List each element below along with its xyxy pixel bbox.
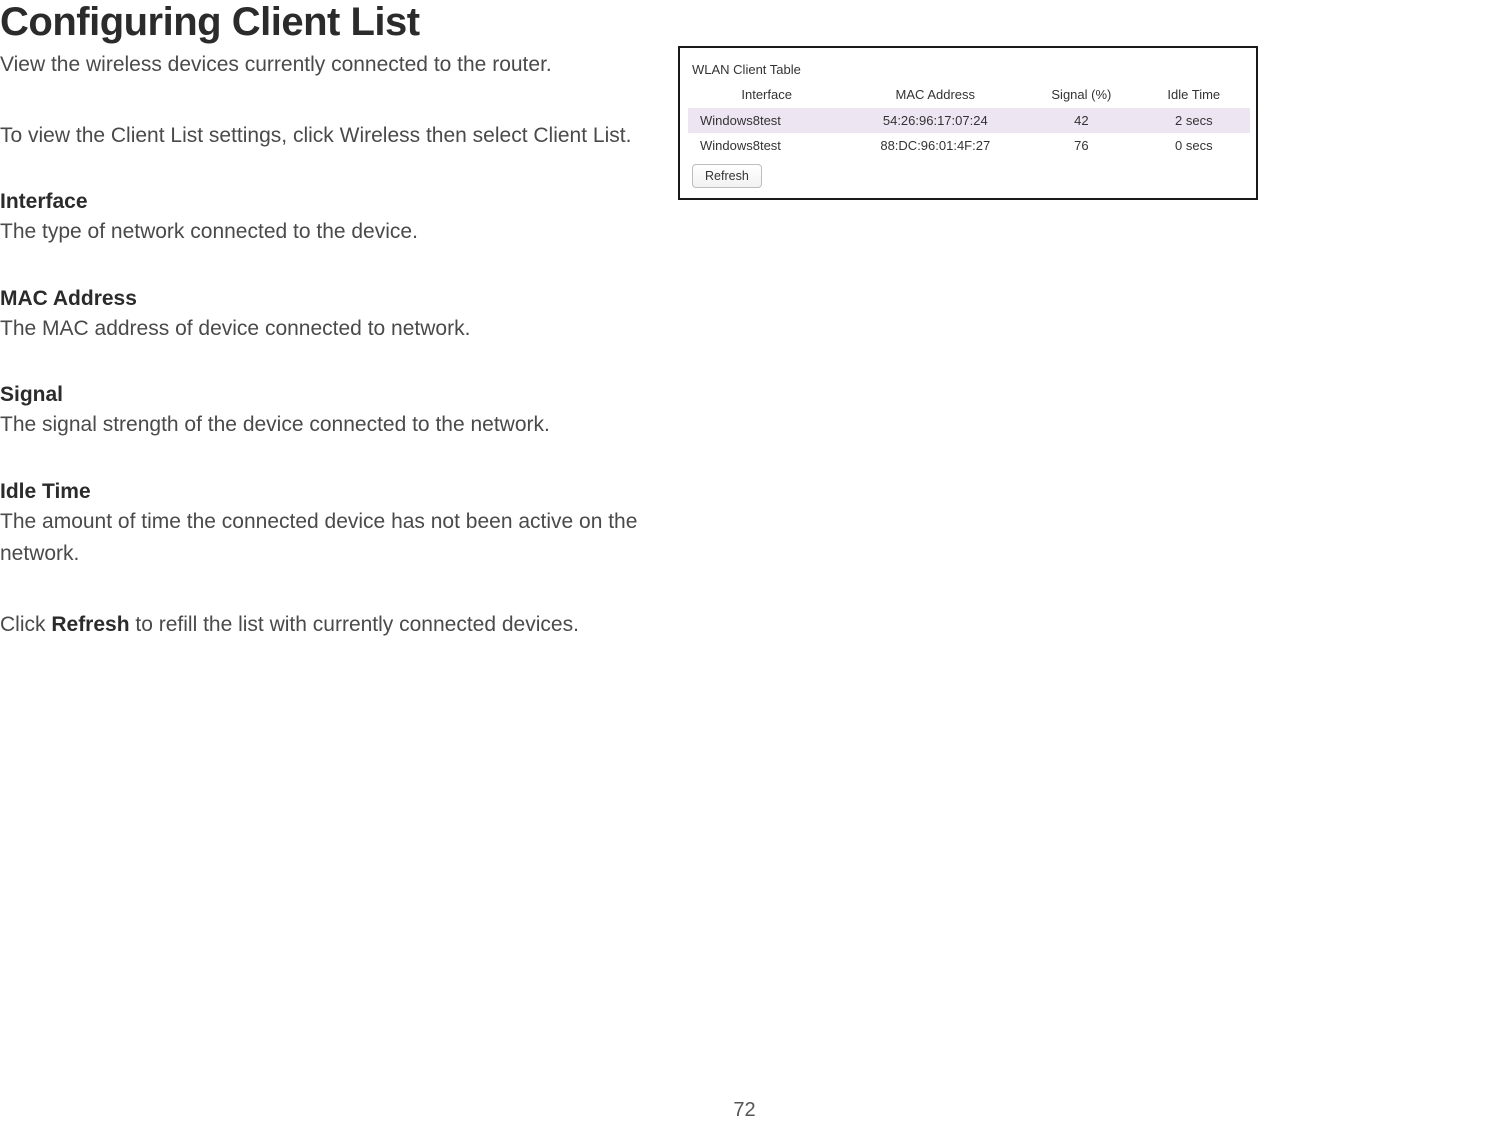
def-term: Interface — [0, 190, 660, 214]
def-term: MAC Address — [0, 287, 660, 311]
final-pre: Click — [0, 613, 51, 636]
def-desc: The MAC address of device connected to n… — [0, 313, 660, 346]
final-note: Click Refresh to refill the list with cu… — [0, 609, 660, 642]
def-idle-time: Idle Time The amount of time the connect… — [0, 480, 660, 571]
col-header-mac: MAC Address — [845, 83, 1025, 108]
intro-text: View the wireless devices currently conn… — [0, 49, 660, 82]
cell-interface: Windows8test — [688, 133, 845, 158]
table-header-row: Interface MAC Address Signal (%) Idle Ti… — [688, 83, 1250, 108]
final-bold: Refresh — [51, 613, 129, 636]
client-table: Interface MAC Address Signal (%) Idle Ti… — [688, 83, 1250, 158]
cell-idle: 2 secs — [1138, 108, 1250, 133]
cell-signal: 42 — [1025, 108, 1137, 133]
def-term: Idle Time — [0, 480, 660, 504]
table-row: Windows8test 54:26:96:17:07:24 42 2 secs — [688, 108, 1250, 133]
cell-idle: 0 secs — [1138, 133, 1250, 158]
panel-caption: WLAN Client Table — [692, 62, 1250, 77]
wlan-client-table-panel: WLAN Client Table Interface MAC Address … — [678, 46, 1258, 200]
def-desc: The amount of time the connected device … — [0, 506, 660, 571]
def-desc: The signal strength of the device connec… — [0, 409, 660, 442]
cell-interface: Windows8test — [688, 108, 845, 133]
cell-mac: 54:26:96:17:07:24 — [845, 108, 1025, 133]
page-title: Configuring Client List — [0, 0, 660, 45]
def-term: Signal — [0, 383, 660, 407]
cell-signal: 76 — [1025, 133, 1137, 158]
doc-left-column: Configuring Client List View the wireles… — [0, 0, 660, 641]
col-header-idle: Idle Time — [1138, 83, 1250, 108]
instruction-text: To view the Client List settings, click … — [0, 120, 660, 153]
final-post: to refill the list with currently connec… — [130, 613, 579, 636]
col-header-signal: Signal (%) — [1025, 83, 1137, 108]
table-row: Windows8test 88:DC:96:01:4F:27 76 0 secs — [688, 133, 1250, 158]
col-header-interface: Interface — [688, 83, 845, 108]
def-desc: The type of network connected to the dev… — [0, 216, 660, 249]
def-signal: Signal The signal strength of the device… — [0, 383, 660, 442]
def-mac-address: MAC Address The MAC address of device co… — [0, 287, 660, 346]
cell-mac: 88:DC:96:01:4F:27 — [845, 133, 1025, 158]
page-number: 72 — [0, 1099, 1489, 1122]
refresh-button[interactable]: Refresh — [692, 164, 762, 188]
def-interface: Interface The type of network connected … — [0, 190, 660, 249]
